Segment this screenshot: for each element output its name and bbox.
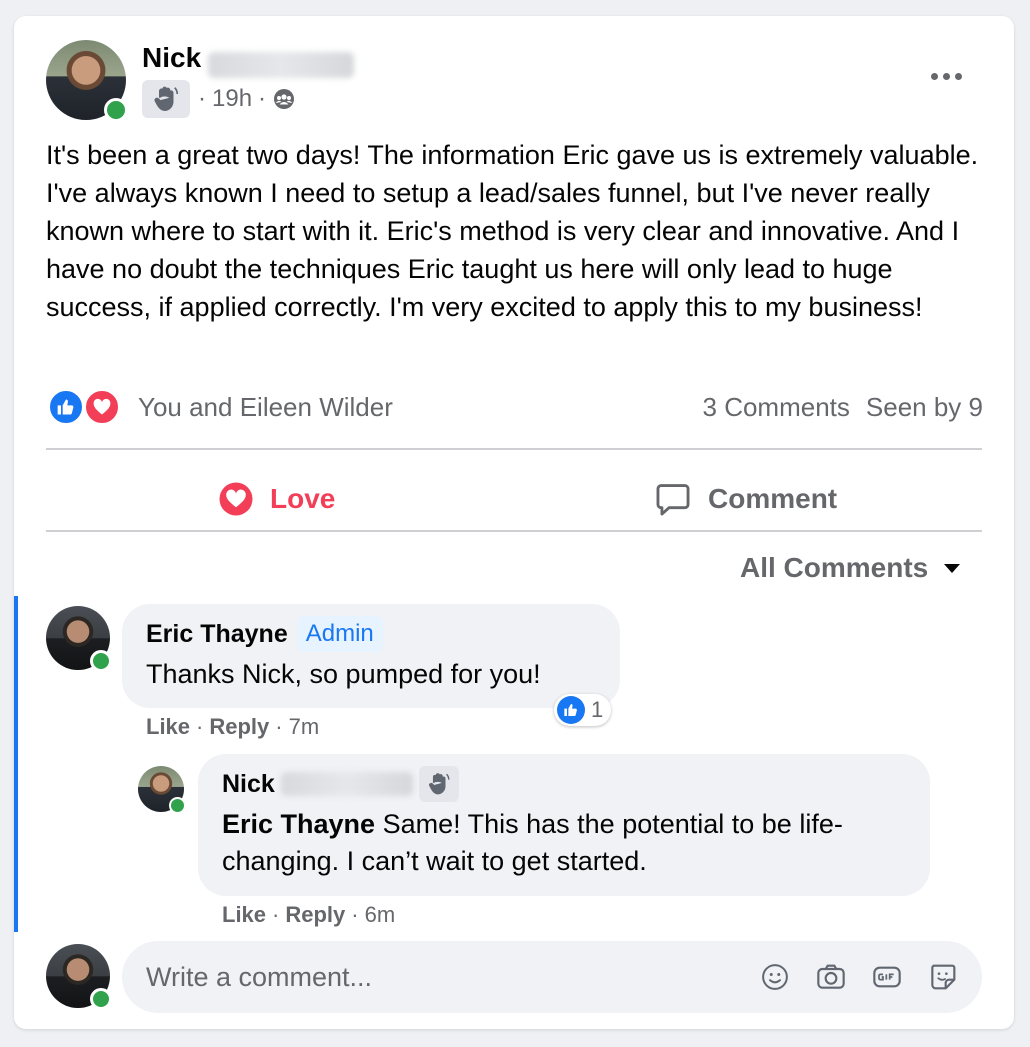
meta-separator: · — [272, 902, 280, 927]
comment-bubble: Eric Thayne Admin Thanks Nick, so pumped… — [122, 604, 620, 708]
reactions-summary: You and Eileen Wilder 3 Comments Seen by… — [48, 388, 983, 425]
seen-by-count[interactable]: Seen by 9 — [866, 392, 983, 423]
meta-separator: · — [351, 902, 359, 927]
author-avatar[interactable] — [46, 40, 128, 122]
divider-bottom — [46, 530, 982, 532]
wave-badge-icon[interactable] — [142, 80, 190, 118]
author-last-name-redacted — [208, 52, 354, 78]
reactors-text[interactable]: You and Eileen Wilder — [138, 392, 393, 423]
love-label: Love — [270, 483, 336, 514]
comment-input[interactable] — [146, 941, 746, 1013]
wave-hand-icon — [154, 86, 179, 111]
admin-badge: Admin — [296, 616, 383, 652]
reply-like-link[interactable]: Like — [222, 902, 266, 928]
comment-composer — [122, 941, 982, 1013]
reply-time[interactable]: 6m — [365, 902, 396, 928]
comment-bubble-icon — [656, 484, 690, 516]
thread-indicator — [14, 596, 18, 932]
commenter-avatar[interactable] — [46, 606, 112, 672]
group-audience-icon — [274, 89, 295, 109]
heart-glyph — [93, 398, 111, 415]
comments-filter-dropdown[interactable]: All Comments — [740, 552, 961, 584]
author-name[interactable]: Nick — [142, 42, 201, 74]
reply-author-first-name[interactable]: Nick — [222, 770, 275, 799]
post-meta: · 19h · — [198, 85, 296, 113]
more-dot — [954, 72, 962, 80]
meta-separator: · — [196, 714, 204, 739]
love-icon — [219, 482, 253, 516]
author-first-name[interactable]: Nick — [142, 42, 201, 73]
reply-text: Eric Thayne Same! This has the potential… — [222, 806, 912, 880]
sticker-glyph — [931, 964, 956, 990]
reply-reply-link[interactable]: Reply — [285, 902, 345, 928]
meta-separator: · — [275, 714, 283, 739]
comments-filter-label: All Comments — [740, 552, 929, 583]
post-time[interactable]: 19h — [212, 85, 252, 113]
post-card: Nick · 19h · It's been a great two days!… — [14, 16, 1014, 1029]
thumbs-up-glyph — [57, 399, 74, 415]
comment-button[interactable]: Comment — [654, 474, 837, 524]
comments-count[interactable]: 3 Comments — [703, 392, 850, 423]
online-status-dot — [104, 98, 128, 122]
comment-like-link[interactable]: Like — [146, 714, 190, 740]
reply-actions: Like · Reply · 6m — [222, 902, 395, 928]
emoji-icon[interactable] — [758, 960, 792, 994]
camera-glyph — [817, 964, 845, 989]
love-button[interactable]: Love — [218, 474, 335, 524]
emoji-glyph — [762, 964, 788, 990]
more-dot — [930, 72, 938, 80]
post-stats: 3 Comments Seen by 9 — [703, 392, 983, 423]
comment-text: Thanks Nick, so pumped for you! — [146, 659, 541, 689]
online-status-dot — [90, 988, 112, 1010]
wave-badge-icon[interactable] — [418, 766, 459, 802]
meta-separator-2: · — [258, 85, 267, 112]
like-reaction-icon — [48, 389, 84, 425]
gif-glyph — [873, 966, 901, 988]
more-dot — [942, 72, 950, 80]
meta-separator: · — [198, 85, 206, 112]
online-status-dot — [90, 650, 112, 672]
like-reaction-icon — [557, 696, 585, 724]
love-reaction-icon — [84, 389, 120, 425]
comment-reply-link[interactable]: Reply — [209, 714, 269, 740]
reply-mention[interactable]: Eric Thayne — [222, 809, 375, 839]
post-body: It's been a great two days! The informat… — [46, 140, 979, 322]
comment-actions: Like · Reply · 7m — [146, 714, 319, 740]
online-status-dot — [169, 797, 186, 814]
reaction-count: 1 — [591, 697, 604, 722]
camera-icon[interactable] — [814, 960, 848, 994]
comment-time[interactable]: 7m — [289, 714, 320, 740]
wave-hand-icon — [428, 773, 450, 795]
gif-icon[interactable] — [870, 960, 904, 994]
reply-author-avatar[interactable] — [138, 766, 186, 814]
reply-author-last-name-redacted — [280, 772, 413, 796]
chevron-down-icon — [944, 563, 961, 573]
reply-bubble: Nick Eric Thayne Same! This has the pote… — [198, 754, 930, 896]
sticker-icon[interactable] — [926, 960, 960, 994]
comment-header: Eric Thayne Admin — [146, 616, 383, 652]
current-user-avatar[interactable] — [46, 944, 112, 1010]
reply-header: Nick — [222, 766, 459, 802]
divider-top — [46, 448, 982, 450]
more-options-icon[interactable] — [926, 68, 966, 84]
comment-author[interactable]: Eric Thayne — [146, 620, 288, 649]
comment-reaction-count[interactable]: 1 — [554, 694, 612, 726]
reaction-icons[interactable] — [48, 389, 122, 425]
thumbs-up-glyph — [564, 704, 577, 716]
comment-label: Comment — [708, 483, 838, 514]
